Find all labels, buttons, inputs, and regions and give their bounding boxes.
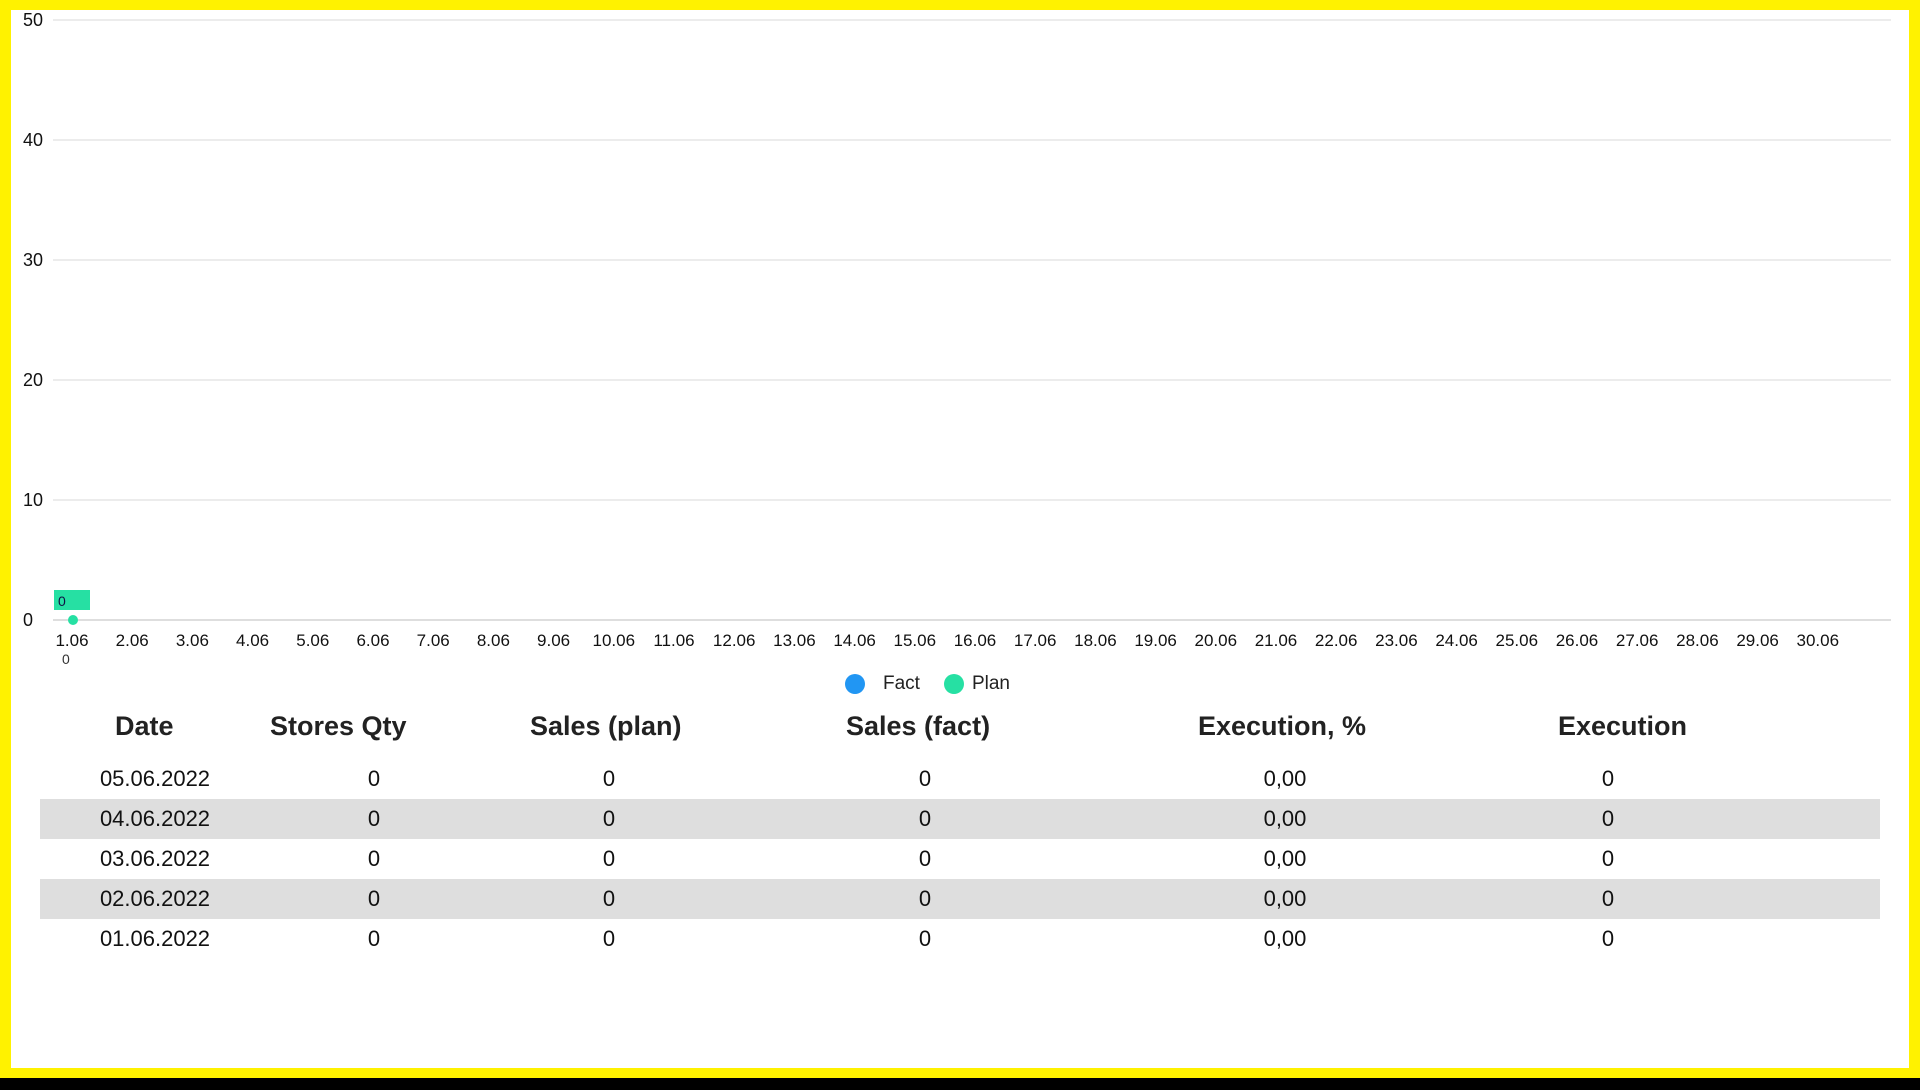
cell-date: 02.06.2022 (99, 886, 211, 911)
cell-stores-qty: 0 (367, 806, 381, 831)
x-tick-label: 4.06 (236, 631, 269, 650)
cell-sales-plan: 0 (602, 846, 616, 871)
cell-stores-qty: 0 (367, 766, 381, 791)
col-stores-qty[interactable]: Stores Qty (270, 711, 530, 742)
cell-sales-fact: 0 (918, 926, 932, 951)
table-row[interactable]: 04.06.2022 0 0 0 0,00 0 (40, 799, 1880, 839)
table-row[interactable]: 02.06.2022 0 0 0 0,00 0 (40, 879, 1880, 919)
cell-sales-fact: 0 (918, 886, 932, 911)
cell-date: 03.06.2022 (99, 846, 211, 871)
y-tick-label: 40 (23, 130, 43, 150)
y-axis: 0 10 20 30 40 50 (23, 10, 43, 630)
x-tick-label: 30.06 (1797, 631, 1840, 650)
cell-sales-plan: 0 (602, 926, 616, 951)
sales-table: Date Stores Qty Sales (plan) Sales (fact… (40, 700, 1880, 959)
sales-chart: 0 10 20 30 40 50 1.06 2.06 3.06 4.06 5.06 6.06 7.06… (23, 10, 1891, 667)
x-tick-label: 28.06 (1676, 631, 1719, 650)
bar-plan-label: 0 (58, 593, 66, 609)
x-tick-label: 17.06 (1014, 631, 1057, 650)
cell-sales-plan: 0 (602, 766, 616, 791)
cell-stores-qty: 0 (367, 926, 381, 951)
x-tick-label: 29.06 (1736, 631, 1779, 650)
x-tick-label: 9.06 (537, 631, 570, 650)
cell-sales-fact: 0 (918, 806, 932, 831)
cell-execution: 0 (1601, 926, 1615, 951)
x-tick-label: 18.06 (1074, 631, 1117, 650)
table-row[interactable]: 01.06.2022 0 0 0 0,00 0 (40, 919, 1880, 959)
cell-sales-fact: 0 (918, 766, 932, 791)
y-tick-label: 0 (23, 610, 33, 630)
table-body: 05.06.2022 0 0 0 0,00 0 04.06.2022 0 0 0… (40, 759, 1880, 959)
table-row[interactable]: 05.06.2022 0 0 0 0,00 0 (40, 759, 1880, 799)
y-tick-label: 20 (23, 370, 43, 390)
x-tick-label: 24.06 (1435, 631, 1478, 650)
cell-date: 05.06.2022 (99, 766, 211, 791)
x-tick-label: 21.06 (1255, 631, 1298, 650)
x-tick-label: 22.06 (1315, 631, 1358, 650)
x-tick-label: 3.06 (176, 631, 209, 650)
x-tick-label: 13.06 (773, 631, 816, 650)
x-tick-label: 11.06 (653, 631, 694, 650)
col-sales-fact[interactable]: Sales (fact) (788, 711, 1128, 742)
col-execution[interactable]: Execution (1478, 711, 1774, 742)
col-date[interactable]: Date (40, 711, 270, 742)
cell-execution-pct: 0,00 (1263, 766, 1307, 791)
cell-execution: 0 (1601, 846, 1615, 871)
legend-plan-dot (943, 674, 964, 694)
cell-execution: 0 (1601, 766, 1615, 791)
x-tick-label: 1.06 (55, 631, 88, 650)
x-tick-label: 5.06 (296, 631, 329, 650)
page-frame: 0 10 20 30 40 50 1.06 2.06 3.06 4.06 5.06 6.06 7.06… (0, 0, 1920, 1078)
cell-execution-pct: 0,00 (1263, 846, 1307, 871)
x-tick-label: 25.06 (1496, 631, 1539, 650)
x-tick-label: 12.06 (713, 631, 756, 650)
cell-sales-fact: 0 (918, 846, 932, 871)
cell-sales-plan: 0 (602, 806, 616, 831)
x-tick-label: 8.06 (477, 631, 510, 650)
y-tick-label: 30 (23, 250, 43, 270)
table-row[interactable]: 03.06.2022 0 0 0 0,00 0 (40, 839, 1880, 879)
legend-fact-dot (845, 674, 865, 694)
x-tick-label: 19.06 (1134, 631, 1177, 650)
cell-execution: 0 (1601, 806, 1615, 831)
y-tick-label: 10 (23, 490, 43, 510)
point-fact-label: 0 (62, 651, 70, 667)
cell-execution-pct: 0,00 (1263, 926, 1307, 951)
col-sales-plan[interactable]: Sales (plan) (530, 711, 788, 742)
point-fact (68, 615, 78, 625)
bar-plan: 0 (54, 590, 90, 610)
x-tick-label: 20.06 (1195, 631, 1238, 650)
x-tick-label: 10.06 (593, 631, 636, 650)
cell-date: 01.06.2022 (99, 926, 211, 951)
cell-date: 04.06.2022 (99, 806, 211, 831)
cell-execution: 0 (1601, 886, 1615, 911)
chart-grid (53, 19, 1891, 621)
x-tick-label: 26.06 (1556, 631, 1599, 650)
cell-stores-qty: 0 (367, 886, 381, 911)
x-tick-label: 6.06 (356, 631, 389, 650)
cell-execution-pct: 0,00 (1263, 886, 1307, 911)
report-panel: 0 10 20 30 40 50 1.06 2.06 3.06 4.06 5.06 6.06 7.06… (11, 10, 1909, 1068)
x-tick-label: 27.06 (1616, 631, 1659, 650)
x-tick-label: 2.06 (116, 631, 149, 650)
legend-plan-label: Plan (971, 673, 1010, 694)
x-tick-label: 7.06 (417, 631, 450, 650)
chart-marks: 00 (54, 590, 90, 667)
x-tick-label: 23.06 (1375, 631, 1418, 650)
legend-item-fact[interactable]: Fact (845, 673, 920, 695)
table-header: Date Stores Qty Sales (plan) Sales (fact… (40, 700, 1880, 752)
col-execution-pct[interactable]: Execution, % (1128, 711, 1478, 742)
legend-fact-label: Fact (883, 673, 920, 694)
legend-item-plan[interactable]: Plan (943, 673, 1010, 695)
x-tick-label: 15.06 (894, 631, 937, 650)
x-axis: 1.06 2.06 3.06 4.06 5.06 6.06 7.06 8.06 9.06 10.0… (55, 631, 1839, 650)
cell-execution-pct: 0,00 (1263, 806, 1307, 831)
x-tick-label: 14.06 (833, 631, 876, 650)
cell-stores-qty: 0 (367, 846, 381, 871)
chart-legend: Fact Plan (845, 673, 1034, 695)
x-tick-label: 16.06 (954, 631, 997, 650)
y-tick-label: 50 (23, 10, 43, 30)
cell-sales-plan: 0 (602, 886, 616, 911)
